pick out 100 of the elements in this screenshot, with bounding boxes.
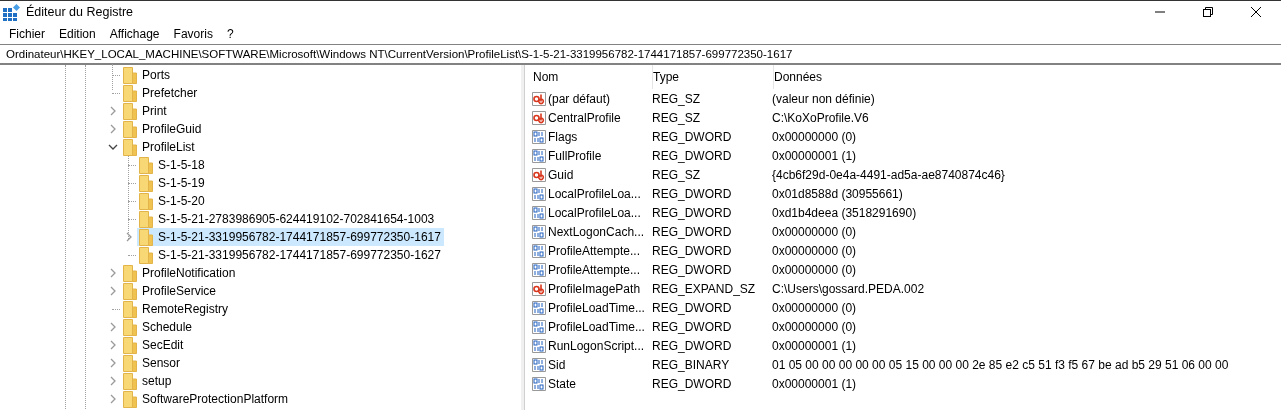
string-value-icon xyxy=(531,166,547,183)
string-value-icon xyxy=(531,90,547,107)
value-type: REG_SZ xyxy=(652,110,701,125)
tree-item[interactable]: Sensor xyxy=(121,354,184,372)
value-name[interactable]: Sid xyxy=(548,357,566,372)
column-header[interactable]: Type xyxy=(653,65,774,89)
menu-item[interactable]: ? xyxy=(220,26,240,41)
binary-value-icon xyxy=(531,299,547,316)
tree-item[interactable]: setup xyxy=(121,372,175,390)
value-name[interactable]: LocalProfileLoa... xyxy=(548,205,641,220)
value-data: 0xd1b4deea (3518291690) xyxy=(772,205,917,220)
binary-value-icon xyxy=(531,337,547,354)
tree-item[interactable]: ProfileNotification xyxy=(121,264,239,282)
tree-item[interactable]: Prefetcher xyxy=(121,84,201,102)
value-type: REG_DWORD xyxy=(652,376,733,391)
address-field[interactable]: Ordinateur\HKEY_LOCAL_MACHINE\SOFTWARE\Microsoft\Windows NT\CurrentVersion\ProfileList\S-1-5-21-3319956782-1744171857-699772350-1617 xyxy=(0,44,1281,65)
value-data: 0x00000000 (0) xyxy=(772,224,857,239)
folder-icon xyxy=(123,390,137,408)
value-data: 0x00000000 (0) xyxy=(772,319,857,334)
tree-item[interactable]: ProfileList xyxy=(121,138,198,156)
tree-item[interactable]: S-1-5-20 xyxy=(137,192,208,210)
tree-item[interactable]: S-1-5-21-3319956782-1744171857-699772350-1617 xyxy=(137,228,444,246)
column-header[interactable]: Données xyxy=(774,65,823,89)
expand-chevron-icon[interactable] xyxy=(109,268,117,278)
binary-value-icon xyxy=(531,261,547,278)
menu-item[interactable]: Fichier xyxy=(3,26,51,41)
value-type: REG_DWORD xyxy=(652,148,733,163)
close-icon xyxy=(1250,6,1262,18)
value-data: 0x00000001 (1) xyxy=(772,148,857,163)
expand-chevron-icon[interactable] xyxy=(125,232,133,242)
tree-item[interactable]: ProfileService xyxy=(121,282,220,300)
value-name[interactable]: ProfileAttempte... xyxy=(548,243,641,258)
value-data: 0x00000001 (1) xyxy=(772,376,857,391)
value-type: REG_DWORD xyxy=(652,205,733,220)
value-type: REG_BINARY xyxy=(652,357,731,372)
folder-icon xyxy=(123,138,137,156)
binary-value-icon xyxy=(531,318,547,335)
value-type: REG_DWORD xyxy=(652,300,733,315)
folder-icon xyxy=(123,354,137,372)
tree-item[interactable]: Schedule xyxy=(121,318,196,336)
tree-item[interactable]: Print xyxy=(121,102,170,120)
value-data: C:\Users\gossard.PEDA.002 xyxy=(772,281,925,296)
folder-icon xyxy=(123,102,137,120)
tree-item[interactable]: ProfileGuid xyxy=(121,120,205,138)
menu-item[interactable]: Favoris xyxy=(167,26,219,41)
value-name[interactable]: (par défaut) xyxy=(548,91,611,106)
tree-item[interactable]: SoftwareProtectionPlatform xyxy=(121,390,292,408)
value-type: REG_DWORD xyxy=(652,186,733,201)
value-name[interactable]: CentralProfile xyxy=(548,110,621,125)
tree-item[interactable]: Ports xyxy=(121,66,173,84)
value-type: REG_DWORD xyxy=(652,338,733,353)
value-name[interactable]: Flags xyxy=(548,129,578,144)
value-name[interactable]: State xyxy=(548,376,577,391)
tree-item[interactable]: S-1-5-21-2783986905-624419102-702841654-1003 xyxy=(137,210,438,228)
folder-icon xyxy=(123,120,137,138)
tree-item[interactable]: S-1-5-19 xyxy=(137,174,208,192)
value-data: 0x00000000 (0) xyxy=(772,243,857,258)
folder-icon xyxy=(139,228,153,246)
tree-item[interactable]: SecEdit xyxy=(121,336,187,354)
expand-chevron-icon[interactable] xyxy=(109,358,117,368)
value-name[interactable]: LocalProfileLoa... xyxy=(548,186,641,201)
expand-chevron-icon[interactable] xyxy=(109,124,117,134)
tree-item[interactable]: S-1-5-18 xyxy=(137,156,208,174)
tree-item[interactable]: S-1-5-21-3319956782-1744171857-699772350-1627 xyxy=(137,246,444,264)
value-type: REG_DWORD xyxy=(652,262,733,277)
collapse-chevron-icon[interactable] xyxy=(108,143,118,151)
value-type: REG_DWORD xyxy=(652,243,733,258)
value-name[interactable]: FullProfile xyxy=(548,148,602,163)
value-name[interactable]: ProfileAttempte... xyxy=(548,262,641,277)
window-title: Éditeur du Registre xyxy=(26,5,133,19)
menu-item[interactable]: Affichage xyxy=(103,26,166,41)
expand-chevron-icon[interactable] xyxy=(109,394,117,404)
tree-item[interactable]: RemoteRegistry xyxy=(121,300,232,318)
value-name[interactable]: ProfileImagePath xyxy=(548,281,641,296)
binary-value-icon xyxy=(531,223,547,240)
expand-chevron-icon[interactable] xyxy=(109,322,117,332)
value-name[interactable]: NextLogonCach... xyxy=(548,224,645,239)
column-header[interactable]: Nom xyxy=(525,65,653,89)
expand-chevron-icon[interactable] xyxy=(109,376,117,386)
value-type: REG_SZ xyxy=(652,167,701,182)
folder-icon xyxy=(139,192,153,210)
value-type: REG_EXPAND_SZ xyxy=(652,281,757,296)
value-name[interactable]: ProfileLoadTime... xyxy=(548,319,645,334)
folder-icon xyxy=(139,210,153,228)
value-data: (valeur non définie) xyxy=(772,91,875,106)
folder-icon xyxy=(123,66,137,84)
value-name[interactable]: Guid xyxy=(548,167,574,182)
value-name[interactable]: ProfileLoadTime... xyxy=(548,300,645,315)
folder-icon xyxy=(139,246,153,264)
folder-icon xyxy=(123,372,137,390)
value-type: REG_DWORD xyxy=(652,224,733,239)
folder-icon xyxy=(123,282,137,300)
string-value-icon xyxy=(531,109,547,126)
expand-chevron-icon[interactable] xyxy=(109,286,117,296)
string-value-icon xyxy=(531,280,547,297)
menu-item[interactable]: Edition xyxy=(53,26,102,41)
value-data: 01 05 00 00 00 00 00 05 15 00 00 00 2e 85 e2 c5 51 f3 f5 67 be ad b5 29 51 06 00 00 xyxy=(772,357,1229,372)
expand-chevron-icon[interactable] xyxy=(109,340,117,350)
value-name[interactable]: RunLogonScript... xyxy=(548,338,645,353)
expand-chevron-icon[interactable] xyxy=(109,106,117,116)
